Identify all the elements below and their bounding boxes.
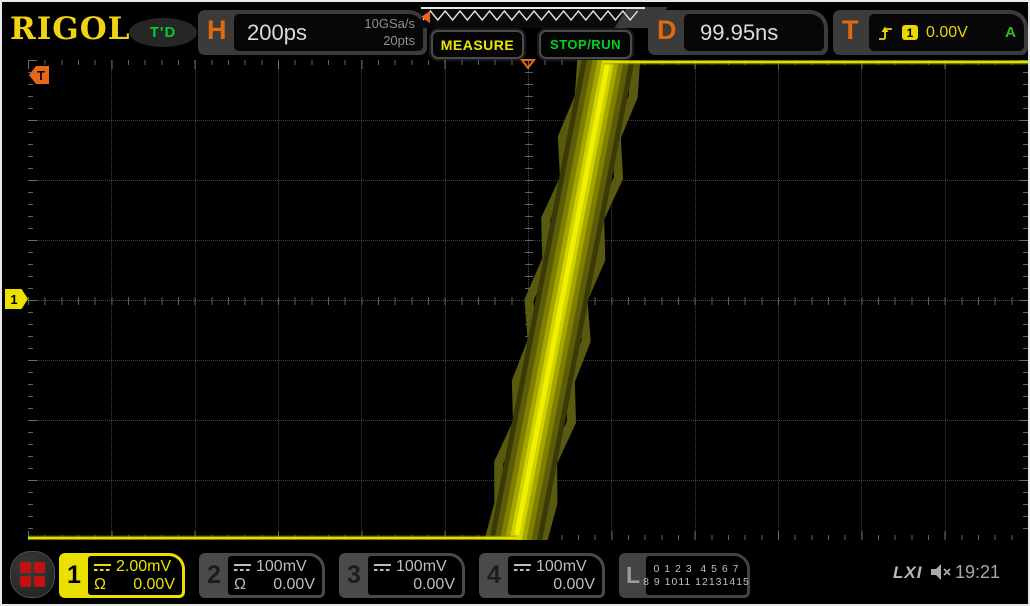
menu-button[interactable]: [10, 551, 55, 598]
horizontal-settings-box[interactable]: H 200ps 10GSa/s 20pts: [198, 10, 427, 55]
rising-edge-icon: [877, 25, 894, 41]
dc-coupling-icon: [374, 563, 391, 572]
memory-waveform-preview: [421, 7, 651, 28]
digital-channels-row2: 8 9 1011 12131415: [643, 576, 750, 588]
digital-channels-row1: 0 1 2 3 4 5 6 7: [653, 563, 739, 575]
channel-impedance: Ω: [94, 576, 106, 594]
channel-number: 1: [59, 553, 89, 598]
trigger-position-marker-icon[interactable]: [520, 59, 536, 70]
delay-value: 99.95ns: [700, 20, 778, 46]
memory-position-strip[interactable]: [421, 7, 651, 28]
channel-offset: 0.00V: [553, 576, 595, 594]
clock: 19:21: [955, 562, 1000, 583]
delay-label: D: [657, 15, 677, 46]
memory-position-arrow-icon: [421, 11, 430, 23]
oscilloscope-screen: RIGOL T'D H 200ps 10GSa/s 20pts MEASURE …: [0, 0, 1030, 606]
menu-grid-icon: [20, 562, 45, 587]
channel-offset: 0.00V: [133, 576, 175, 594]
graticule: T: [28, 60, 1028, 540]
horizontal-label: H: [207, 15, 227, 46]
dc-coupling-icon: [234, 563, 251, 572]
memory-depth: 20pts: [364, 32, 415, 49]
trigger-settings-box[interactable]: T 1 0.00V A: [833, 10, 1028, 55]
channel-number: 2: [199, 553, 229, 598]
channel1-waveform-trace: [28, 60, 1028, 540]
channel-scale: 100mV: [256, 558, 307, 576]
trigger-label: T: [842, 15, 859, 46]
channel-impedance: Ω: [234, 576, 246, 594]
channel-2-block[interactable]: 2 100mV Ω 0.00V: [199, 553, 325, 598]
channel-scale: 2.00mV: [116, 558, 171, 576]
channel-scale: 100mV: [536, 558, 587, 576]
stop-run-button[interactable]: STOP/RUN: [539, 30, 632, 59]
channel-1-block[interactable]: 1 2.00mV Ω 0.00V: [59, 553, 185, 598]
timebase-value: 200ps: [247, 20, 307, 46]
dc-coupling-icon: [514, 563, 531, 572]
brand-logo: RIGOL: [10, 11, 131, 47]
trigger-level-value: 0.00V: [926, 24, 968, 42]
channel-4-block[interactable]: 4 100mV 0.00V: [479, 553, 605, 598]
channel-offset: 0.00V: [413, 576, 455, 594]
channel1-level-flag[interactable]: 1: [5, 289, 28, 309]
trigger-source-badge: 1: [902, 25, 918, 40]
lxi-logo: LXI: [893, 563, 922, 583]
delay-settings-box[interactable]: D 99.95ns: [648, 10, 828, 55]
dc-coupling-icon: [94, 563, 111, 572]
channel-scale: 100mV: [396, 558, 447, 576]
channel-offset: 0.00V: [273, 576, 315, 594]
logic-analyzer-block[interactable]: L 0 1 2 3 4 5 6 7 8 9 1011 12131415: [619, 553, 750, 598]
sample-rate: 10GSa/s: [364, 15, 415, 32]
channel-number: 4: [479, 553, 509, 598]
trigger-status-badge: T'D: [129, 18, 197, 47]
channel-3-block[interactable]: 3 100mV 0.00V: [339, 553, 465, 598]
trigger-sweep-mode: A: [1005, 24, 1016, 41]
speaker-muted-icon: [929, 561, 953, 583]
measure-button[interactable]: MEASURE: [431, 30, 524, 59]
channel-number: 3: [339, 553, 369, 598]
